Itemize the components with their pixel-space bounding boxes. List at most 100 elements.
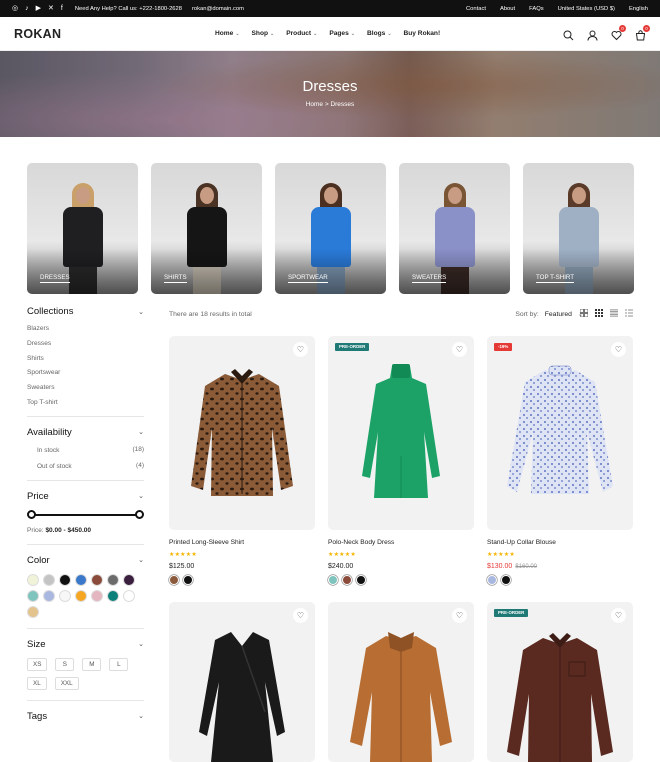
youtube-icon[interactable]: ▶ <box>36 5 41 12</box>
color-swatch[interactable] <box>123 573 135 586</box>
product-card[interactable]: PRE-ORDER ♡ Polo-Neck Body Dress ★★★★★ $240.… <box>328 336 474 602</box>
logo[interactable]: ROKAN <box>14 27 61 41</box>
product-color-swatch[interactable] <box>501 575 511 585</box>
color-swatch[interactable] <box>91 589 103 602</box>
wishlist-heart-icon[interactable]: ♡ <box>452 608 467 623</box>
color-swatch[interactable] <box>43 589 55 602</box>
category-card[interactable]: SPORTWEAR <box>275 163 386 294</box>
wishlist-heart-icon[interactable]: ♡ <box>293 608 308 623</box>
instagram-icon[interactable]: ◎ <box>12 5 18 12</box>
account-icon[interactable] <box>587 28 598 41</box>
grid-4-icon[interactable] <box>609 308 619 319</box>
color-swatch[interactable] <box>107 589 119 602</box>
availability-option[interactable]: Out of stock (4) <box>27 462 144 470</box>
contact-email[interactable]: rokan@domain.com <box>192 6 244 12</box>
product-color-swatch[interactable] <box>183 575 193 585</box>
menu-item-product[interactable]: Product ⌄ <box>286 30 317 37</box>
color-swatch[interactable] <box>107 573 119 586</box>
product-card[interactable]: -19% ♡ Stand-Up Collar Blouse ★★★★★ $130.00 $… <box>487 336 633 602</box>
product-image[interactable]: -19% ♡ <box>487 336 633 530</box>
top-link[interactable]: English <box>629 6 648 12</box>
color-swatch[interactable] <box>27 589 39 602</box>
color-swatch[interactable] <box>75 589 87 602</box>
availability-option[interactable]: In stock (18) <box>27 446 144 454</box>
product-color-swatch[interactable] <box>328 575 338 585</box>
collection-link[interactable]: Sweaters <box>27 384 144 391</box>
top-link[interactable]: Contact <box>466 6 486 12</box>
menu-item-home[interactable]: Home ⌄ <box>215 30 240 37</box>
range-max-handle[interactable] <box>135 509 144 519</box>
wishlist-heart-icon[interactable]: ♡ <box>452 342 467 357</box>
size-option[interactable]: XS <box>27 657 48 671</box>
product-color-swatch[interactable] <box>356 575 366 585</box>
product-image[interactable]: PRE-ORDER ♡ <box>487 602 633 762</box>
color-swatch[interactable] <box>27 605 39 618</box>
product-card[interactable]: PRE-ORDER ♡ <box>487 602 633 762</box>
product-image[interactable]: PRE-ORDER ♡ <box>328 336 474 530</box>
color-swatch[interactable] <box>43 573 55 586</box>
top-link[interactable]: FAQs <box>529 6 544 12</box>
x-icon[interactable]: ✕ <box>48 5 54 12</box>
top-link[interactable]: United States (USD $) <box>558 6 615 12</box>
size-header[interactable]: Size ⌄ <box>27 639 144 650</box>
wishlist-heart-icon[interactable]: ♡ <box>293 342 308 357</box>
collection-link[interactable]: Sportswear <box>27 369 144 376</box>
collections-header[interactable]: Collections ⌄ <box>27 306 144 317</box>
category-card[interactable]: TOP T-SHIRT <box>523 163 634 294</box>
size-option[interactable]: XXL <box>54 676 79 690</box>
grid-3-icon[interactable] <box>595 309 603 319</box>
product-color-swatch[interactable] <box>342 575 352 585</box>
facebook-icon[interactable]: f <box>61 5 63 12</box>
category-card[interactable]: DRESSES <box>27 163 138 294</box>
collection-link[interactable]: Blazers <box>27 325 144 332</box>
wishlist-icon[interactable]: 0 <box>611 25 626 41</box>
menu-item-blogs[interactable]: Blogs ⌄ <box>367 30 392 37</box>
menu-item-pages[interactable]: Pages ⌄ <box>329 30 355 37</box>
search-icon[interactable] <box>563 28 574 41</box>
menu-item-shop[interactable]: Shop ⌄ <box>252 30 275 37</box>
product-color-swatch[interactable] <box>487 575 497 585</box>
collection-link[interactable]: Top T-shirt <box>27 399 144 406</box>
collection-link[interactable]: Dresses <box>27 340 144 347</box>
color-swatch[interactable] <box>91 573 103 586</box>
menu-item-buy-rokan-[interactable]: Buy Rokan! <box>404 30 441 37</box>
product-image[interactable]: ♡ <box>328 602 474 762</box>
tags-header[interactable]: Tags ⌄ <box>27 711 144 722</box>
product-image[interactable]: ♡ <box>169 602 315 762</box>
size-option[interactable]: XL <box>27 676 47 690</box>
color-swatch[interactable] <box>27 573 39 586</box>
list-view-icon[interactable] <box>625 309 633 319</box>
category-card[interactable]: SHIRTS <box>151 163 262 294</box>
range-min-handle[interactable] <box>27 509 36 519</box>
collection-link[interactable]: Shirts <box>27 355 144 362</box>
size-option[interactable]: S <box>55 657 75 671</box>
grid-2-icon[interactable] <box>579 308 589 319</box>
price-header[interactable]: Price ⌄ <box>27 491 144 502</box>
size-option[interactable]: L <box>109 657 129 671</box>
wishlist-heart-icon[interactable]: ♡ <box>611 342 626 357</box>
product-card[interactable]: ♡ Printed Long-Sleeve Shirt ★★★★★ $125.00 <box>169 336 315 602</box>
cart-icon[interactable]: 0 <box>635 25 650 41</box>
color-swatch[interactable] <box>75 573 87 586</box>
color-swatch[interactable] <box>59 573 71 586</box>
product-image[interactable]: ♡ <box>169 336 315 530</box>
product-name[interactable]: Stand-Up Collar Blouse <box>487 539 633 546</box>
sort-value[interactable]: Featured <box>545 311 572 318</box>
product-name[interactable]: Printed Long-Sleeve Shirt <box>169 539 315 546</box>
category-card[interactable]: SWEATERS <box>399 163 510 294</box>
checkbox[interactable] <box>27 446 33 452</box>
product-color-swatch[interactable] <box>169 575 179 585</box>
availability-header[interactable]: Availability ⌄ <box>27 427 144 438</box>
checkbox[interactable] <box>27 462 33 468</box>
tiktok-icon[interactable]: ♪ <box>25 5 29 12</box>
product-card[interactable]: ♡ <box>169 602 315 762</box>
color-swatch[interactable] <box>59 589 71 602</box>
top-link[interactable]: About <box>500 6 515 12</box>
breadcrumb-home[interactable]: Home <box>306 101 323 108</box>
sort-control[interactable]: Sort by: Featured ⌄ <box>515 311 583 318</box>
wishlist-heart-icon[interactable]: ♡ <box>611 608 626 623</box>
color-header[interactable]: Color ⌄ <box>27 555 144 566</box>
product-card[interactable]: ♡ <box>328 602 474 762</box>
size-option[interactable]: M <box>82 657 102 671</box>
color-swatch[interactable] <box>123 589 135 602</box>
